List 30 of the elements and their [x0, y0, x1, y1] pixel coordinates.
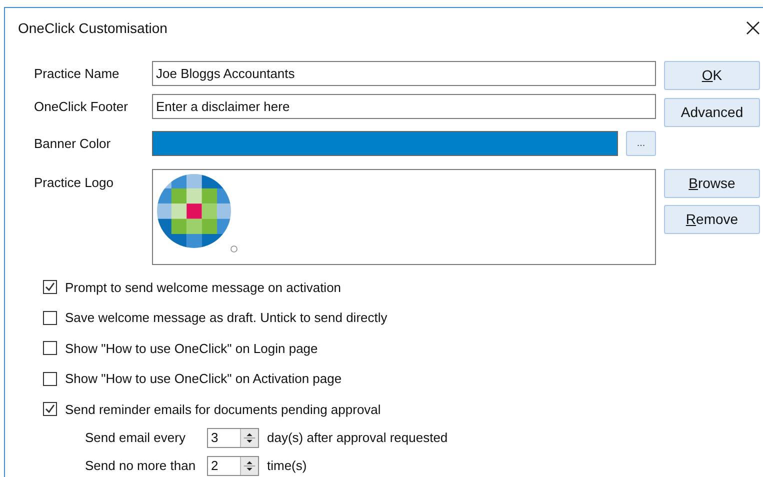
color-swatch[interactable]	[152, 131, 618, 156]
spinner-unit: time(s)	[267, 456, 307, 475]
checkbox-label: Prompt to send welcome message on activation	[65, 278, 342, 297]
close-icon[interactable]	[746, 21, 760, 35]
advanced-button[interactable]: Advanced	[664, 98, 760, 127]
checkbox-label: Show "How to use OneClick" on Login page	[65, 340, 318, 358]
checkbox[interactable]	[43, 341, 57, 356]
color-picker-button[interactable]: ...	[626, 131, 656, 156]
checkbox-label: Show "How to use OneClick" on Activation page	[65, 370, 342, 388]
field-label: Banner Color	[34, 134, 112, 153]
spinner-label: Send no more than	[85, 456, 197, 475]
checkbox-label: Save welcome message as draft. Untick to send directly	[65, 309, 388, 327]
browse-button[interactable]: Browse	[664, 169, 760, 198]
checkbox[interactable]	[43, 310, 57, 325]
field-label: OneClick Footer	[34, 98, 129, 116]
checkbox-label: Send reminder emails for documents pending approval	[65, 400, 381, 419]
field-label: Practice Name	[34, 64, 120, 83]
spinner-label: Send email every	[85, 428, 186, 447]
number-spinner[interactable]: 3	[207, 428, 259, 448]
checkbox[interactable]	[43, 402, 57, 416]
text-field[interactable]: Joe Bloggs Accountants	[152, 61, 656, 86]
text-field[interactable]: Enter a disclaimer here	[152, 94, 656, 119]
number-spinner[interactable]: 2	[207, 456, 259, 476]
field-label: Practice Logo	[34, 174, 114, 192]
spinner-unit: day(s) after approval requested	[267, 428, 448, 447]
checkbox[interactable]	[43, 372, 57, 386]
ok-button[interactable]: OK	[664, 61, 760, 90]
checkbox[interactable]	[43, 280, 57, 294]
window-title: OneClick Customisation	[18, 18, 168, 38]
remove-button[interactable]: Remove	[664, 205, 760, 234]
